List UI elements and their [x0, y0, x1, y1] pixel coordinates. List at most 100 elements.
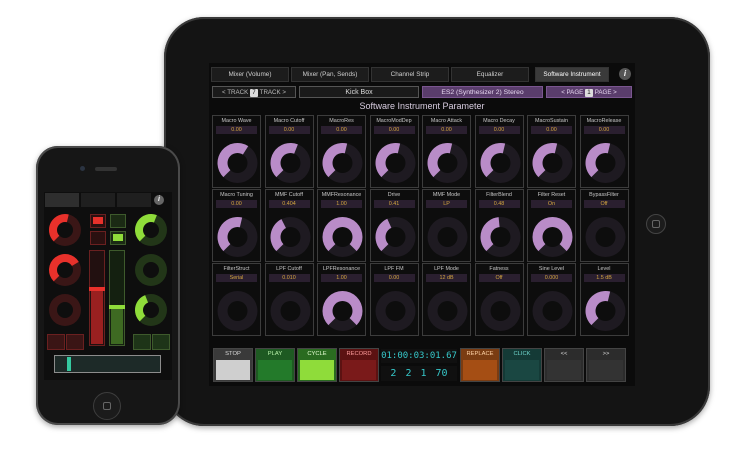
red-pad-2[interactable]: [66, 334, 84, 350]
rewind-button[interactable]: <<: [544, 348, 584, 382]
param-knob[interactable]: [322, 139, 363, 185]
iphone-home-button[interactable]: [93, 392, 121, 420]
param-knob[interactable]: [532, 213, 573, 259]
green-button-mid[interactable]: [110, 231, 126, 245]
param-label: Macro Tuning: [220, 192, 253, 198]
param-cell[interactable]: Fatness Off: [474, 263, 524, 336]
param-cell[interactable]: Drive 0.41: [369, 189, 419, 262]
iphone-tab-1[interactable]: [45, 193, 79, 207]
param-knob[interactable]: [270, 287, 311, 333]
scroll-bar[interactable]: [54, 355, 161, 373]
iphone-tab-2[interactable]: [81, 193, 115, 207]
stop-button[interactable]: STOP: [213, 348, 253, 382]
param-cell[interactable]: LPFResonance 1.00: [317, 263, 366, 336]
param-knob[interactable]: [585, 213, 626, 259]
param-value: 0.00: [373, 274, 415, 282]
green-pad-2[interactable]: [152, 334, 170, 350]
param-cell[interactable]: MacroRes 0.00: [317, 115, 366, 188]
param-knob[interactable]: [375, 287, 416, 333]
param-cell[interactable]: Filter Reset On: [527, 189, 576, 262]
param-value: 0.00: [216, 200, 257, 208]
param-knob[interactable]: [217, 139, 258, 185]
param-knob[interactable]: [480, 287, 521, 333]
param-knob[interactable]: [480, 139, 521, 185]
param-knob[interactable]: [480, 213, 521, 259]
param-cell[interactable]: FilterStruct Serial: [212, 263, 261, 336]
param-cell[interactable]: LPF Mode 12 dB: [422, 263, 471, 336]
param-label: FilterBlend: [486, 192, 512, 198]
record-button[interactable]: RECORD: [339, 348, 379, 382]
iphone-tab-3[interactable]: [117, 193, 151, 207]
red-pad-1[interactable]: [47, 334, 65, 350]
page-title: Software Instrument Parameter: [359, 101, 485, 111]
param-knob[interactable]: [532, 287, 573, 333]
param-cell[interactable]: MMF Cutoff 0.404: [264, 189, 314, 262]
param-cell[interactable]: MacroSustain 0.00: [527, 115, 576, 188]
page-next-button[interactable]: PAGE >: [595, 89, 617, 96]
green-knob-column: [135, 214, 167, 326]
red-button-top[interactable]: [90, 214, 106, 228]
param-knob[interactable]: [322, 287, 363, 333]
param-label: LPFResonance: [322, 266, 361, 272]
param-cell[interactable]: FilterBlend 0.48: [474, 189, 524, 262]
red-fader[interactable]: [89, 250, 105, 346]
ipad-home-button[interactable]: [646, 214, 666, 234]
tab-mixer-volume[interactable]: Mixer (Volume): [211, 67, 289, 82]
param-cell[interactable]: Level 1.5 dB: [579, 263, 629, 336]
param-value: 0.00: [321, 126, 362, 134]
param-cell[interactable]: Macro Decay 0.00: [474, 115, 524, 188]
param-knob[interactable]: [585, 287, 626, 333]
param-knob[interactable]: [322, 213, 363, 259]
param-knob[interactable]: [427, 213, 468, 259]
param-knob[interactable]: [270, 213, 311, 259]
track-prev-button[interactable]: < TRACK: [222, 89, 248, 96]
param-knob[interactable]: [375, 213, 416, 259]
param-cell[interactable]: Macro Attack 0.00: [422, 115, 471, 188]
param-cell[interactable]: BypassFilter Off: [579, 189, 629, 262]
green-button-top[interactable]: [110, 214, 126, 228]
param-cell[interactable]: MacroModDep 0.00: [369, 115, 419, 188]
param-knob[interactable]: [585, 139, 626, 185]
param-value: 1.5 dB: [583, 274, 625, 282]
param-label: BypassFilter: [589, 192, 619, 198]
param-cell[interactable]: Macro Cutoff 0.00: [264, 115, 314, 188]
param-knob[interactable]: [375, 139, 416, 185]
param-knob[interactable]: [217, 213, 258, 259]
param-cell[interactable]: Sine Level 0.000: [527, 263, 576, 336]
track-name: Kick Box: [299, 86, 419, 98]
param-cell[interactable]: MMFResonance 1.00: [317, 189, 366, 262]
param-knob[interactable]: [427, 287, 468, 333]
track-next-button[interactable]: TRACK >: [260, 89, 286, 96]
param-cell[interactable]: MacroRelease 0.00: [579, 115, 629, 188]
param-cell[interactable]: LPF FM 0.00: [369, 263, 419, 336]
param-value: 1.00: [321, 274, 362, 282]
page-prev-button[interactable]: < PAGE: [561, 89, 583, 96]
param-knob[interactable]: [427, 139, 468, 185]
param-cell[interactable]: Macro Tuning 0.00: [212, 189, 261, 262]
red-button-mid[interactable]: [90, 231, 106, 245]
forward-button[interactable]: >>: [586, 348, 626, 382]
param-label: MMFResonance: [321, 192, 362, 198]
tab-software-instrument[interactable]: Software Instrument: [535, 67, 609, 82]
param-value: 0.00: [426, 126, 467, 134]
param-knob[interactable]: [270, 139, 311, 185]
iphone-info-icon[interactable]: i: [154, 195, 164, 205]
click-button[interactable]: CLICK: [502, 348, 542, 382]
param-cell[interactable]: Macro Wave 0.00: [212, 115, 261, 188]
param-cell[interactable]: LPF Cutoff 0.010: [264, 263, 314, 336]
page-number: 1: [585, 89, 593, 97]
tab-channel-strip[interactable]: Channel Strip: [371, 67, 449, 82]
param-knob[interactable]: [217, 287, 258, 333]
param-cell[interactable]: MMF Mode LP: [422, 189, 471, 262]
green-pad-1[interactable]: [133, 334, 151, 350]
info-icon[interactable]: i: [619, 68, 631, 80]
replace-button[interactable]: REPLACE: [460, 348, 500, 382]
tab-mixer-pan-sends[interactable]: Mixer (Pan, Sends): [291, 67, 369, 82]
play-button[interactable]: PLAY: [255, 348, 295, 382]
scroll-thumb[interactable]: [67, 357, 72, 371]
cycle-button[interactable]: CYCLE: [297, 348, 337, 382]
param-value: 1.00: [321, 200, 362, 208]
tab-equalizer[interactable]: Equalizer: [451, 67, 529, 82]
green-fader[interactable]: [109, 250, 125, 346]
param-knob[interactable]: [532, 139, 573, 185]
